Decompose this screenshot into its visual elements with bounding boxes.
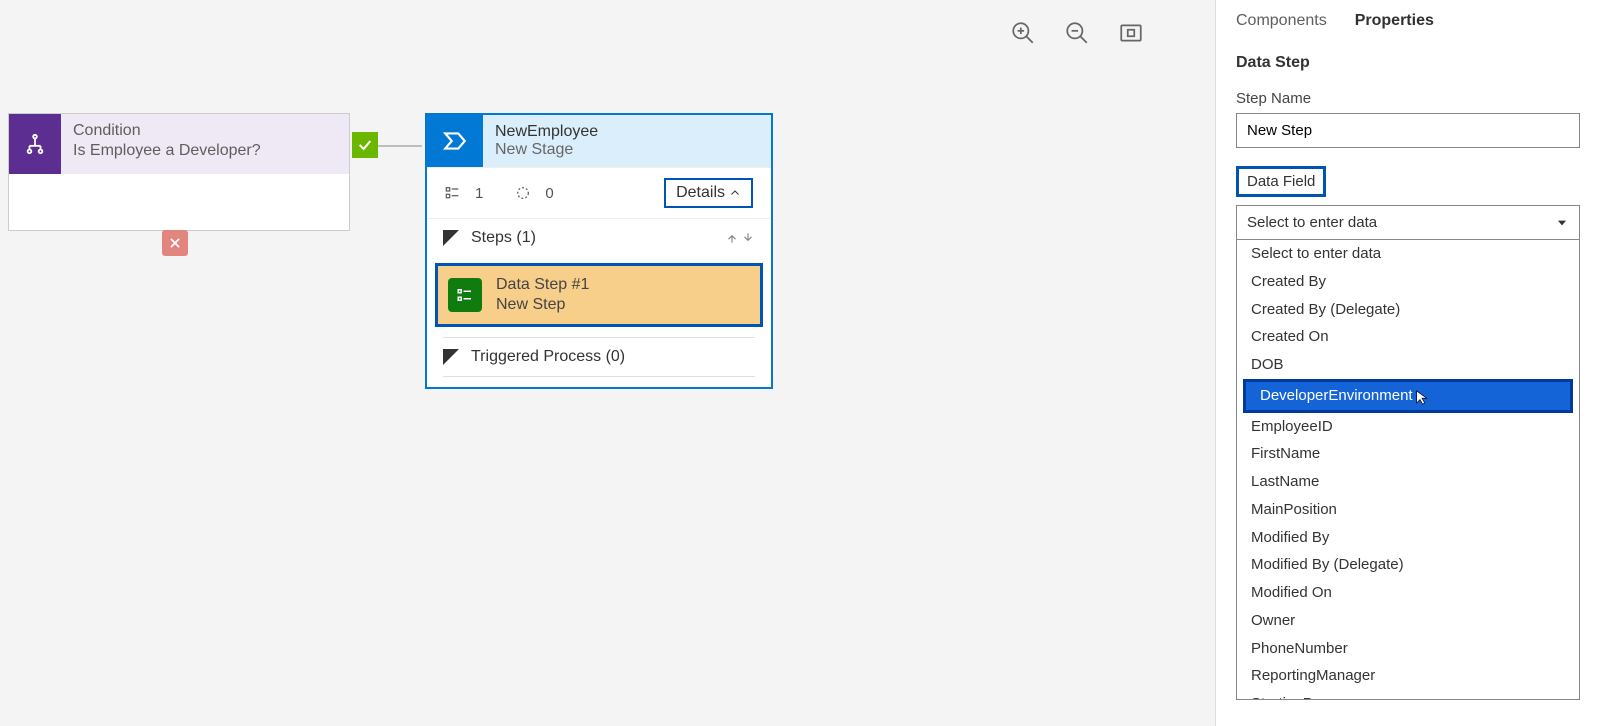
data-field-select[interactable]: Select to enter data [1236, 205, 1580, 240]
option-modified-on[interactable]: Modified On [1237, 579, 1579, 607]
stage-node[interactable]: NewEmployee New Stage 1 0 Details Steps … [425, 113, 773, 389]
steps-section-label: Steps (1) [471, 229, 536, 247]
option-lastname[interactable]: LastName [1237, 468, 1579, 496]
step-item[interactable]: Data Step #1 New Step [435, 263, 763, 327]
reorder-arrows[interactable] [725, 231, 755, 245]
stage-count-a: 1 [475, 185, 483, 202]
stage-title: NewEmployee [495, 123, 759, 141]
data-field-label: Data Field [1236, 166, 1326, 197]
steps-count-icon [445, 185, 461, 201]
tab-components[interactable]: Components [1236, 12, 1327, 30]
option-phonenumber[interactable]: PhoneNumber [1237, 635, 1579, 663]
chevron-down-icon [1555, 216, 1569, 230]
properties-panel: Components Properties Data Step Step Nam… [1215, 0, 1600, 726]
arrow-down-icon [741, 231, 755, 245]
details-toggle[interactable]: Details [664, 178, 753, 208]
option-created-by-delegate-[interactable]: Created By (Delegate) [1237, 296, 1579, 324]
step-subtitle: New Step [496, 296, 589, 314]
zoom-out-icon[interactable] [1064, 20, 1090, 46]
option-owner[interactable]: Owner [1237, 607, 1579, 635]
stage-count-b: 0 [545, 185, 553, 202]
condition-false-badge[interactable] [162, 230, 188, 256]
option-developerenvironment[interactable]: DeveloperEnvironment [1243, 379, 1573, 413]
select-current-value: Select to enter data [1247, 214, 1377, 231]
fit-to-screen-icon[interactable] [1118, 20, 1144, 46]
stage-icon [427, 115, 483, 167]
condition-true-badge[interactable] [352, 132, 378, 158]
step-name-label: Step Name [1236, 90, 1580, 107]
step-name-input[interactable] [1236, 113, 1580, 148]
condition-node[interactable]: Condition Is Employee a Developer? [8, 113, 350, 231]
option-created-by[interactable]: Created By [1237, 268, 1579, 296]
option-created-on[interactable]: Created On [1237, 323, 1579, 351]
collapse-icon[interactable] [443, 230, 459, 246]
arrow-up-icon [725, 231, 739, 245]
option-mainposition[interactable]: MainPosition [1237, 496, 1579, 524]
option-startingpay[interactable]: StartingPay [1237, 690, 1579, 700]
triggered-process-label: Triggered Process (0) [471, 348, 625, 366]
option-modified-by[interactable]: Modified By [1237, 524, 1579, 552]
panel-section-title: Data Step [1236, 54, 1580, 72]
condition-subtitle: Is Employee a Developer? [73, 142, 337, 160]
condition-title: Condition [73, 122, 337, 140]
process-count-icon [515, 185, 531, 201]
zoom-in-icon[interactable] [1010, 20, 1036, 46]
step-title: Data Step #1 [496, 276, 589, 294]
connector-line [378, 145, 422, 147]
option-select-to-enter-data[interactable]: Select to enter data [1237, 240, 1579, 268]
option-modified-by-delegate-[interactable]: Modified By (Delegate) [1237, 551, 1579, 579]
condition-icon [9, 114, 61, 174]
cursor-icon [1414, 389, 1430, 405]
option-dob[interactable]: DOB [1237, 351, 1579, 379]
tab-properties[interactable]: Properties [1355, 12, 1434, 30]
collapse-icon[interactable] [443, 349, 459, 365]
option-employeeid[interactable]: EmployeeID [1237, 413, 1579, 441]
data-step-icon [448, 278, 482, 312]
data-field-options[interactable]: Select to enter dataCreated ByCreated By… [1236, 240, 1580, 700]
divider [443, 376, 755, 377]
chevron-up-icon [729, 187, 741, 199]
stage-subtitle: New Stage [495, 141, 759, 159]
option-reportingmanager[interactable]: ReportingManager [1237, 662, 1579, 690]
option-firstname[interactable]: FirstName [1237, 440, 1579, 468]
condition-body [9, 174, 349, 230]
